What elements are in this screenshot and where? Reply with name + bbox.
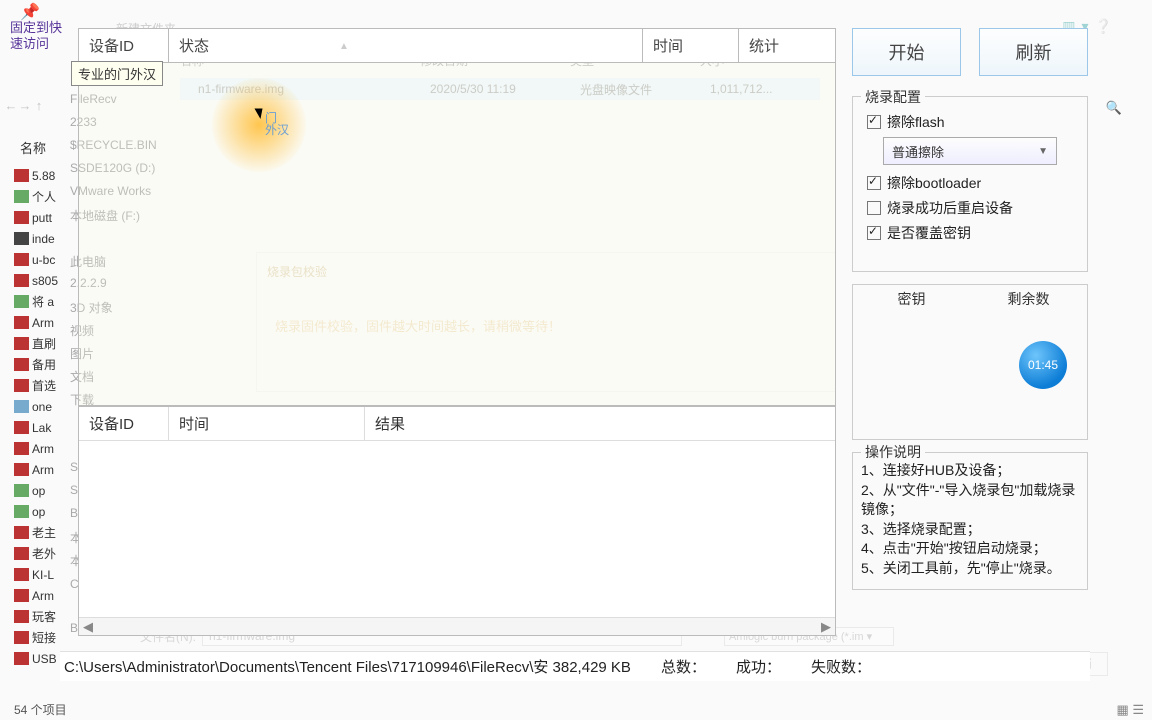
log-col-id[interactable]: 设备ID <box>79 407 169 440</box>
overwrite-key-check[interactable]: 是否覆盖密钥 <box>861 223 1079 243</box>
quick-item[interactable]: 直刷 <box>14 333 62 354</box>
key-header-remain: 剩余数 <box>970 285 1087 313</box>
name-column-header[interactable]: 名称 <box>20 138 46 157</box>
burn-config-title: 烧录配置 <box>861 87 925 107</box>
status-bar: C:\Users\Administrator\Documents\Tencent… <box>60 651 1090 681</box>
device-tooltip: 专业的门外汉 <box>71 61 163 86</box>
quick-item[interactable]: inde <box>14 228 62 249</box>
instructions-title: 操作说明 <box>861 443 925 463</box>
quick-item[interactable]: 备用 <box>14 354 62 375</box>
quick-access-title: 固定到快 速访问 <box>10 20 62 51</box>
quick-item[interactable]: 玩客 <box>14 606 62 627</box>
quick-item[interactable]: USB <box>14 648 62 669</box>
nav-arrows: ←→↑ <box>4 98 62 116</box>
fail-label: 失败数： <box>811 656 871 677</box>
total-label: 总数： <box>661 656 706 677</box>
instruction-line: 5、关闭工具前，先"停止"烧录。 <box>861 559 1079 579</box>
path-text: C:\Users\Administrator\Documents\Tencent… <box>64 656 631 677</box>
view-mode-icons[interactable]: ▦ ☰ <box>1116 702 1144 718</box>
restart-after-check[interactable]: 烧录成功后重启设备 <box>861 198 1079 218</box>
quick-item[interactable]: op <box>14 480 62 501</box>
quick-item[interactable]: 个人 <box>14 186 62 207</box>
quick-item[interactable]: 5.88 <box>14 165 62 186</box>
cursor-badge: 门 外汉 <box>265 112 289 136</box>
quick-item[interactable]: 老主 <box>14 522 62 543</box>
refresh-button[interactable]: 刷新 <box>979 28 1088 76</box>
quick-item[interactable]: Arm <box>14 459 62 480</box>
quick-item[interactable]: 老外 <box>14 543 62 564</box>
quick-item[interactable]: s805 <box>14 270 62 291</box>
quick-item[interactable]: Arm <box>14 312 62 333</box>
erase-flash-check[interactable]: 擦除flash <box>861 112 1079 132</box>
quick-item[interactable]: putt <box>14 207 62 228</box>
burn-config-group: 烧录配置 擦除flash 普通擦除▼ 擦除bootloader 烧录成功后重启设… <box>852 96 1088 272</box>
instruction-line: 4、点击"开始"按钮启动烧录； <box>861 539 1079 559</box>
quick-item[interactable]: Lak <box>14 417 62 438</box>
col-time[interactable]: 时间 <box>643 29 739 62</box>
instruction-line: 3、选择烧录配置； <box>861 520 1079 540</box>
sort-icon: ▲ <box>339 41 349 52</box>
quick-item[interactable]: u-bc <box>14 249 62 270</box>
key-header-key: 密钥 <box>853 285 970 313</box>
instruction-line: 2、从"文件"-"导入烧录包"加载烧录镜像； <box>861 481 1079 520</box>
quick-item[interactable]: 首选 <box>14 375 62 396</box>
item-count: 54 个项目 <box>14 701 67 718</box>
quick-item[interactable]: Arm <box>14 438 62 459</box>
col-status[interactable]: 状态 <box>169 29 643 62</box>
h-scrollbar[interactable]: ◀▶ <box>79 617 835 635</box>
timer-badge: 01:45 <box>1019 341 1067 389</box>
quick-item[interactable]: op <box>14 501 62 522</box>
quick-item[interactable]: one <box>14 396 62 417</box>
quick-item[interactable]: 短接 <box>14 627 62 648</box>
instruction-line: 1、连接好HUB及设备； <box>861 461 1079 481</box>
log-col-result[interactable]: 结果 <box>365 407 835 440</box>
erase-mode-select[interactable]: 普通擦除▼ <box>883 137 1057 165</box>
log-grid: 设备ID 时间 结果 ◀▶ <box>78 406 836 636</box>
col-device-id[interactable]: 设备ID <box>79 29 169 62</box>
erase-bootloader-check[interactable]: 擦除bootloader <box>861 173 1079 193</box>
pin-icon: 📌 <box>20 2 40 22</box>
col-stats[interactable]: 统计 <box>739 29 835 62</box>
quick-item[interactable]: Arm <box>14 585 62 606</box>
quick-item[interactable]: 将 a <box>14 291 62 312</box>
device-grid: 设备ID 状态 ▲ 时间 统计 专业的门外汉 <box>78 28 836 406</box>
log-col-time[interactable]: 时间 <box>169 407 365 440</box>
quick-item[interactable]: KI-L <box>14 564 62 585</box>
success-label: 成功： <box>736 656 781 677</box>
key-box: 密钥 剩余数 01:45 <box>852 284 1088 440</box>
instructions-group: 操作说明 1、连接好HUB及设备；2、从"文件"-"导入烧录包"加载烧录镜像；3… <box>852 452 1088 590</box>
start-button[interactable]: 开始 <box>852 28 961 76</box>
